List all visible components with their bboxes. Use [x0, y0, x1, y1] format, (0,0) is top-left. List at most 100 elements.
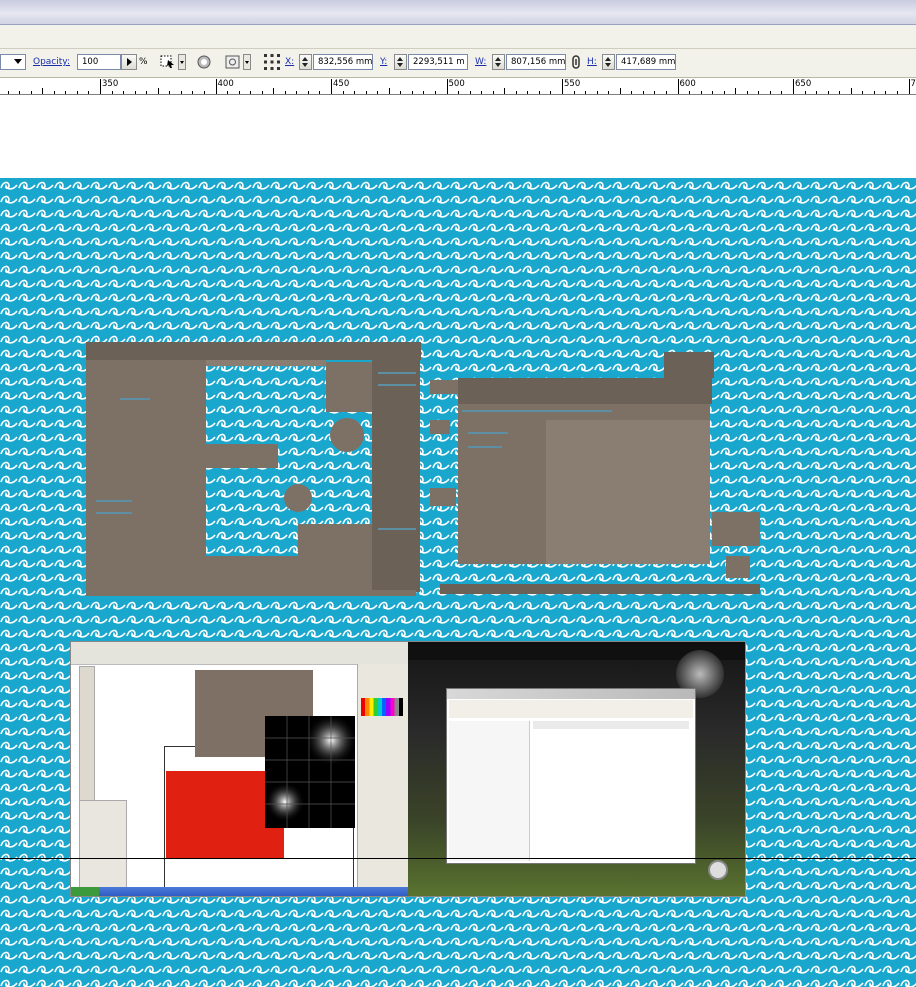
opacity-slider-button[interactable] — [121, 54, 137, 70]
window-title-bar — [0, 0, 916, 25]
ruler-tick — [19, 91, 21, 94]
ruler-tick — [746, 91, 748, 94]
ruler-tick — [342, 91, 344, 94]
ruler-tick — [7, 91, 9, 94]
reference-point-icon[interactable] — [263, 53, 281, 71]
ruler-label: 400 — [217, 79, 234, 89]
ruler-tick — [400, 91, 402, 94]
ruler-tick — [365, 91, 367, 94]
ruler-tick — [354, 91, 356, 94]
clock-icon — [708, 860, 728, 880]
embedded-window-header — [533, 721, 689, 729]
embedded-window-icons — [449, 700, 693, 718]
ruler-tick — [111, 91, 113, 94]
horizontal-guideline[interactable] — [0, 858, 916, 859]
menu-bar — [0, 25, 916, 49]
canvas-page[interactable] — [0, 95, 916, 178]
embedded-palette-panel — [79, 800, 127, 890]
ruler-tick — [331, 79, 332, 94]
ruler-tick — [434, 91, 436, 94]
x-label: X: — [285, 57, 295, 67]
ruler-label: 550 — [564, 79, 581, 89]
width-spinner[interactable] — [492, 54, 505, 70]
embedded-window-titlebar — [447, 689, 695, 699]
transparency-target-icon[interactable] — [159, 53, 177, 71]
ruler-tick — [388, 88, 390, 94]
ruler-tick — [203, 91, 205, 94]
x-spinner[interactable] — [299, 54, 312, 70]
ruler-tick — [504, 88, 506, 94]
ruler-tick — [458, 91, 460, 94]
ruler-tick — [53, 91, 55, 94]
copy-transparency-icon[interactable] — [224, 53, 242, 71]
opacity-input[interactable]: 100 — [77, 54, 121, 70]
ruler-tick — [100, 79, 101, 94]
embedded-explorer-window — [446, 688, 696, 864]
ruler-tick — [319, 91, 321, 94]
horizontal-ruler[interactable]: 350 400 450 500 550 600 650 70 — [0, 78, 916, 95]
ruler-tick — [689, 91, 691, 94]
ruler-tick — [527, 91, 529, 94]
ruler-tick — [88, 91, 90, 94]
ruler-tick — [793, 79, 794, 94]
ruler-tick — [896, 91, 898, 94]
ruler-tick — [123, 91, 125, 94]
ruler-tick — [608, 91, 610, 94]
merge-mode-dropdown[interactable] — [0, 54, 26, 70]
ruler-tick — [215, 79, 217, 94]
copy-dropdown[interactable] — [243, 54, 251, 70]
ruler-label: 450 — [333, 79, 350, 89]
ruler-tick — [816, 91, 818, 94]
height-input[interactable]: 417,689 mm — [616, 54, 676, 70]
ruler-tick — [30, 91, 32, 94]
ruler-tick — [227, 91, 229, 94]
y-spinner[interactable] — [394, 54, 407, 70]
width-input[interactable]: 807,156 mm — [506, 54, 566, 70]
property-bar: Opacity: 100 % X: 832,556 mm Y: 2293,511… — [0, 49, 916, 78]
y-input[interactable]: 2293,511 m — [408, 54, 468, 70]
freeze-transparency-icon[interactable] — [195, 53, 213, 71]
lock-ratio-icon[interactable] — [570, 53, 582, 71]
opacity-label: Opacity: — [33, 57, 70, 67]
ruler-label: 600 — [679, 79, 696, 89]
chevron-down-icon — [14, 59, 22, 64]
ruler-tick — [261, 91, 263, 94]
ruler-label: 650 — [795, 79, 812, 89]
ruler-tick — [76, 91, 78, 94]
ruler-tick — [665, 91, 667, 94]
ruler-tick — [307, 91, 309, 94]
ruler-tick — [735, 88, 737, 94]
target-dropdown[interactable] — [178, 54, 186, 70]
ruler-tick — [642, 91, 644, 94]
ruler-tick — [377, 91, 379, 94]
embedded-taskbar — [71, 887, 409, 896]
ruler-tick — [550, 91, 552, 94]
ruler-tick — [469, 91, 471, 94]
ruler-tick — [423, 91, 425, 94]
ruler-tick — [573, 91, 575, 94]
ruler-tick — [192, 91, 194, 94]
ruler-tick — [596, 91, 598, 94]
ruler-tick — [169, 91, 171, 94]
ruler-tick — [862, 91, 864, 94]
ruler-label: 500 — [448, 79, 465, 89]
ruler-tick — [850, 88, 852, 94]
embedded-app-toolbar — [71, 642, 409, 665]
percent-label: % — [139, 57, 148, 67]
ruler-label: 70 — [910, 79, 916, 89]
ruler-label: 350 — [102, 79, 119, 89]
ruler-tick — [839, 91, 841, 94]
ruler-tick — [562, 79, 563, 94]
x-input[interactable]: 832,556 mm — [313, 54, 373, 70]
width-label: W: — [475, 57, 487, 67]
height-spinner[interactable] — [602, 54, 615, 70]
ruler-tick — [712, 91, 714, 94]
y-label: Y: — [380, 57, 388, 67]
ruler-tick — [781, 91, 783, 94]
ruler-tick — [446, 79, 448, 94]
ruler-tick — [515, 91, 517, 94]
ruler-tick — [411, 91, 413, 94]
ruler-tick — [654, 91, 656, 94]
ruler-tick — [146, 91, 148, 94]
ruler-tick — [723, 91, 725, 94]
